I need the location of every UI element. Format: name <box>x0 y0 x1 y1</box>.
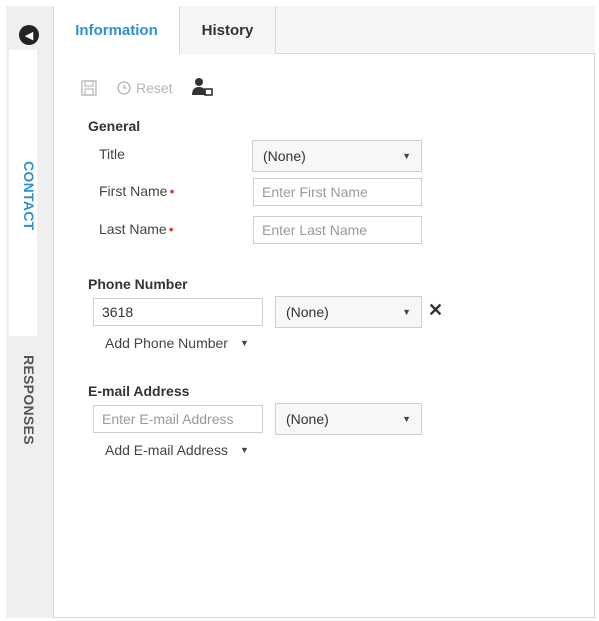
required-marker: • <box>169 183 175 199</box>
reset-icon <box>117 81 131 95</box>
reset-button[interactable]: Reset <box>116 80 173 96</box>
last-name-label: Last Name • <box>99 221 174 237</box>
chevron-down-icon: ▼ <box>402 307 411 317</box>
save-icon <box>81 80 97 96</box>
phone-type-select[interactable]: (None) ▼ <box>275 296 422 328</box>
remove-phone-icon[interactable]: ✕ <box>428 300 443 321</box>
email-type-select[interactable]: (None) ▼ <box>275 403 422 435</box>
chevron-down-icon: ▼ <box>239 338 249 348</box>
tab-history[interactable]: History <box>180 6 276 54</box>
tab-bar: Information History <box>54 6 595 55</box>
rail-tab-responses[interactable]: RESPONSES <box>9 344 37 454</box>
email-field[interactable] <box>93 405 263 433</box>
phone-type-value: (None) <box>286 304 329 320</box>
phone-number-field[interactable] <box>93 298 263 326</box>
chevron-down-icon: ▼ <box>239 445 249 455</box>
phone-heading: Phone Number <box>88 276 188 292</box>
reset-label: Reset <box>136 80 173 96</box>
save-button[interactable] <box>80 79 98 97</box>
chevron-down-icon: ▼ <box>402 414 411 424</box>
add-email-address-button[interactable]: Add E-mail Address ▼ <box>105 442 249 458</box>
chevron-down-icon: ▼ <box>402 151 411 161</box>
chevron-left-icon: ◀ <box>24 29 34 42</box>
add-phone-number-button[interactable]: Add Phone Number ▼ <box>105 335 249 351</box>
user-settings-icon <box>191 77 213 96</box>
toolbar: Reset <box>80 76 213 100</box>
last-name-label-text: Last Name <box>99 221 167 237</box>
email-type-value: (None) <box>286 411 329 427</box>
last-name-field[interactable] <box>253 216 422 244</box>
title-select[interactable]: (None) ▼ <box>252 140 422 172</box>
tab-information[interactable]: Information <box>54 6 180 55</box>
first-name-label: First Name • <box>99 183 174 199</box>
first-name-label-text: First Name <box>99 183 168 199</box>
rail-tab-contact[interactable]: CONTACT <box>9 50 37 336</box>
title-label: Title <box>99 146 125 162</box>
add-phone-label: Add Phone Number <box>105 335 228 351</box>
required-marker: • <box>168 221 174 237</box>
title-select-value: (None) <box>263 148 306 164</box>
collapse-panel-button[interactable]: ◀ <box>19 25 39 45</box>
first-name-field[interactable] <box>253 178 422 206</box>
assign-contact-button[interactable] <box>191 77 213 100</box>
general-heading: General <box>88 118 141 134</box>
add-email-label: Add E-mail Address <box>105 442 228 458</box>
email-heading: E-mail Address <box>88 383 190 399</box>
